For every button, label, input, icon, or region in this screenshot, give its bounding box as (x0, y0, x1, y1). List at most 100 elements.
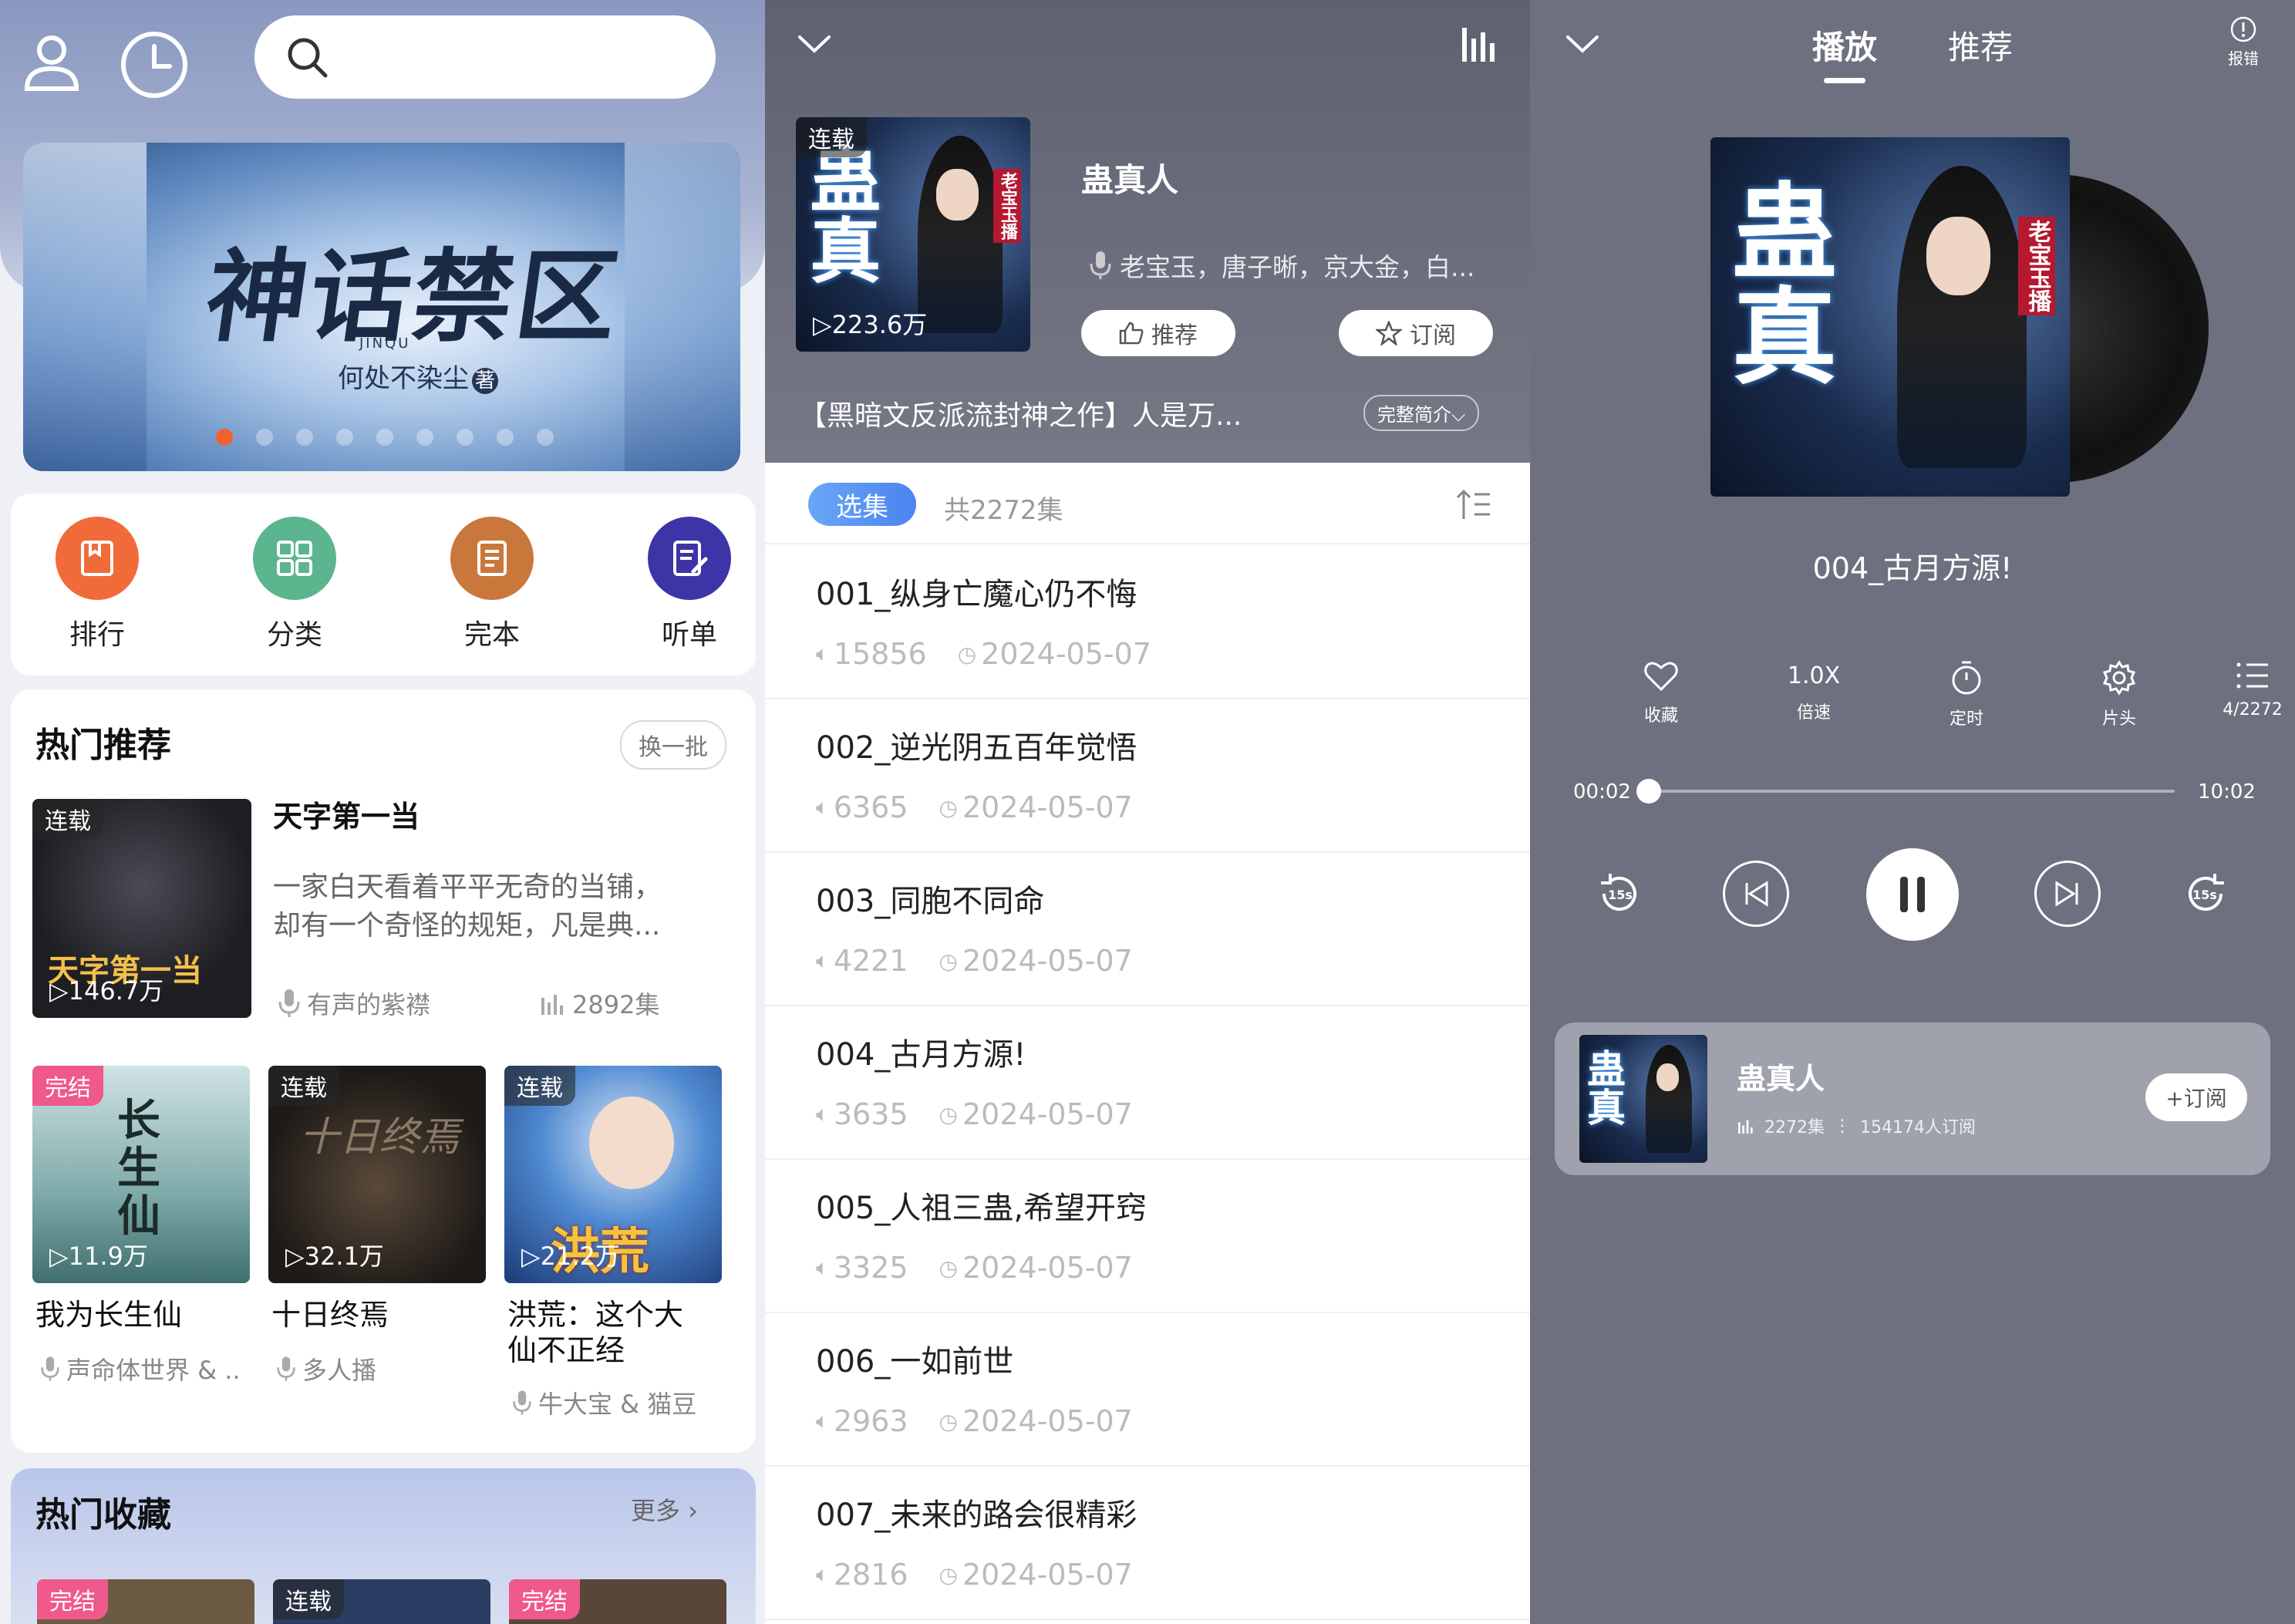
category-ranking[interactable]: 排行 (43, 517, 151, 652)
episode-row[interactable]: 005_人祖三蛊,希望开窍 🔈︎ 3325 ◷ 2024-05-07 (765, 1160, 1530, 1313)
featured-title[interactable]: 天字第一当 (273, 793, 420, 835)
mini-book-card[interactable]: 蛊真 蛊真人 2272集 ⋮ 154174人订阅 +订阅 (1555, 1023, 2270, 1175)
user-icon[interactable] (17, 26, 86, 96)
hot-collect-card: 热门收藏 更多 › 完结 连载 完结 (11, 1468, 756, 1624)
grid-cover-2[interactable]: 十日终焉 连载 ▷32.1万 (268, 1066, 486, 1283)
grid-title-1[interactable]: 我为长生仙 (35, 1297, 182, 1333)
microphone-icon (1090, 251, 1111, 279)
sort-icon[interactable] (1451, 483, 1495, 526)
clock-icon: ◷ (939, 1408, 958, 1434)
category-classify[interactable]: 分类 (241, 517, 349, 652)
tab-recommend[interactable]: 推荐 (1948, 22, 2013, 69)
skip-next-icon (2055, 881, 2078, 907)
next-button[interactable] (2034, 861, 2101, 927)
grid-title-2[interactable]: 十日终焉 (271, 1297, 389, 1333)
episode-list-header: 选集 共2272集 (765, 463, 1530, 544)
banner-title: 神话禁区 (198, 238, 629, 355)
mini-title: 蛊真人 (1737, 1062, 1825, 1096)
progress-knob[interactable] (1636, 779, 1661, 804)
grid-cover-1[interactable]: 长生仙 完结 ▷11.9万 (32, 1066, 250, 1283)
recommend-button[interactable]: 推荐 (1081, 310, 1235, 356)
speaker-icon: 🔈︎ (816, 1101, 829, 1127)
mini-subscribe-button[interactable]: +订阅 (2145, 1073, 2247, 1121)
grid-cover-3[interactable]: 洪荒 连载 ▷21.2万 (504, 1066, 722, 1283)
banner-pinyin: JINQU (359, 335, 411, 352)
timer-icon (1952, 661, 1981, 695)
banner-carousel[interactable]: 神话禁区 JINQU 何处不染尘著 (23, 143, 740, 471)
episode-row[interactable]: 004_古月方源! 🔈︎ 3635 ◷ 2024-05-07 (765, 1006, 1530, 1160)
chevron-down-icon[interactable] (791, 23, 837, 65)
category-finished[interactable]: 完本 (438, 517, 546, 652)
search-input[interactable] (344, 42, 714, 72)
track-title: 004_古月方源! (1812, 551, 2013, 585)
progress-bar[interactable] (1643, 790, 2175, 793)
grid-title-3[interactable]: 洪荒：这个大 仙不正经 (507, 1297, 683, 1368)
featured-narrator: 有声的紫襟 (278, 986, 430, 1021)
episode-row[interactable]: 001_纵身亡魔心仍不悔 🔈︎ 15856 ◷ 2024-05-07 (765, 546, 1530, 699)
microphone-icon (277, 1356, 295, 1381)
collect-cover-2[interactable]: 连载 (273, 1579, 490, 1624)
forward-15s-button[interactable]: 15s (2167, 861, 2244, 927)
pause-button[interactable] (1866, 848, 1959, 941)
episode-total: 共2272集 (944, 495, 1063, 526)
rewind-15s-button[interactable]: 15s (1581, 861, 1658, 927)
full-intro-button[interactable]: 完整简介⌵ (1363, 395, 1480, 431)
favorite-button[interactable]: 收藏 (1607, 660, 1715, 726)
subscribe-button[interactable]: 订阅 (1339, 310, 1493, 356)
microphone-icon (278, 989, 300, 1017)
speaker-icon: 🔈︎ (816, 1408, 829, 1434)
tab-play[interactable]: 播放 (1812, 22, 1877, 83)
status-badge: 连载 (504, 1066, 575, 1106)
episode-row[interactable]: 002_逆光阴五百年觉悟 🔈︎ 6365 ◷ 2024-05-07 (765, 699, 1530, 853)
chevron-down-icon[interactable] (1559, 23, 1606, 65)
alert-icon (2230, 16, 2256, 42)
rewind-icon: 15s (1601, 874, 1636, 911)
speaker-icon: 🔈︎ (816, 794, 829, 820)
book-title: 蛊真人 (1081, 161, 1179, 199)
forward-icon: 15s (2189, 874, 2224, 911)
play-count: ▷223.6万 (813, 310, 928, 339)
speaker-icon: 🔈︎ (816, 641, 829, 666)
report-button[interactable]: 报错 (2216, 15, 2270, 69)
episode-row[interactable]: 006_一如前世 🔈︎ 2963 ◷ 2024-05-07 (765, 1313, 1530, 1467)
hot-collect-title: 热门收藏 (35, 1495, 171, 1535)
svg-text:15s: 15s (1608, 888, 1633, 902)
more-link[interactable]: 更多 › (631, 1491, 698, 1527)
playlist-button[interactable]: 4/2272 (2218, 660, 2287, 719)
skip-previous-icon (1745, 881, 1768, 907)
status-badge: 连载 (796, 117, 867, 157)
previous-button[interactable] (1723, 861, 1789, 927)
hot-recommend-card: 热门推荐 换一批 天字第一当 连载 ▷146.7万 天字第一当 一家白天看着平平… (11, 689, 756, 1453)
timer-button[interactable]: 定时 (1912, 660, 2020, 729)
hot-recommend-title: 热门推荐 (35, 726, 171, 765)
select-episode-button[interactable]: 选集 (808, 483, 916, 526)
gear-icon (2102, 660, 2136, 696)
episode-row[interactable]: 007_未来的路会很精彩 🔈︎ 2816 ◷ 2024-05-07 (765, 1467, 1530, 1620)
collect-cover-3[interactable]: 完结 (509, 1579, 726, 1624)
featured-cover[interactable]: 天字第一当 连载 ▷146.7万 (32, 799, 251, 1018)
speaker-icon: 🔈︎ (816, 948, 829, 973)
svg-text:15s: 15s (2192, 888, 2217, 902)
episode-row[interactable]: 003_同胞不同命 🔈︎ 4221 ◷ 2024-05-07 (765, 853, 1530, 1006)
elapsed-time: 00:02 (1573, 780, 1631, 804)
equalizer-icon[interactable] (1456, 22, 1502, 68)
refresh-button[interactable]: 换一批 (620, 720, 726, 770)
list-icon (2236, 662, 2268, 689)
search-bar[interactable] (254, 15, 716, 99)
banner-subtitle: 何处不染尘著 (338, 357, 499, 395)
heart-icon (1644, 662, 1678, 692)
intro-skip-button[interactable]: 片头 (2065, 660, 2173, 729)
detail-cover[interactable]: 蛊真 老宝玉播 连载 ▷223.6万 (796, 117, 1030, 352)
pause-icon (1900, 877, 1925, 912)
speed-button[interactable]: 1.0X 倍速 (1760, 660, 1868, 723)
play-count: ▷146.7万 (49, 976, 164, 1006)
grid-narrator-1: 声命体世界 & .. (40, 1351, 241, 1386)
player-cover: 蛊真 老宝玉播 (1710, 137, 2070, 497)
book-description: 【黑暗文反派流封神之作】人是万... (799, 400, 1242, 432)
category-card: 排行 分类 完本 听单 (11, 494, 756, 676)
episodes-bars-icon (541, 995, 563, 1015)
category-playlist[interactable]: 听单 (635, 517, 743, 652)
history-clock-icon[interactable] (116, 26, 193, 103)
collect-cover-1[interactable]: 完结 (37, 1579, 254, 1624)
grid-icon (253, 517, 336, 600)
